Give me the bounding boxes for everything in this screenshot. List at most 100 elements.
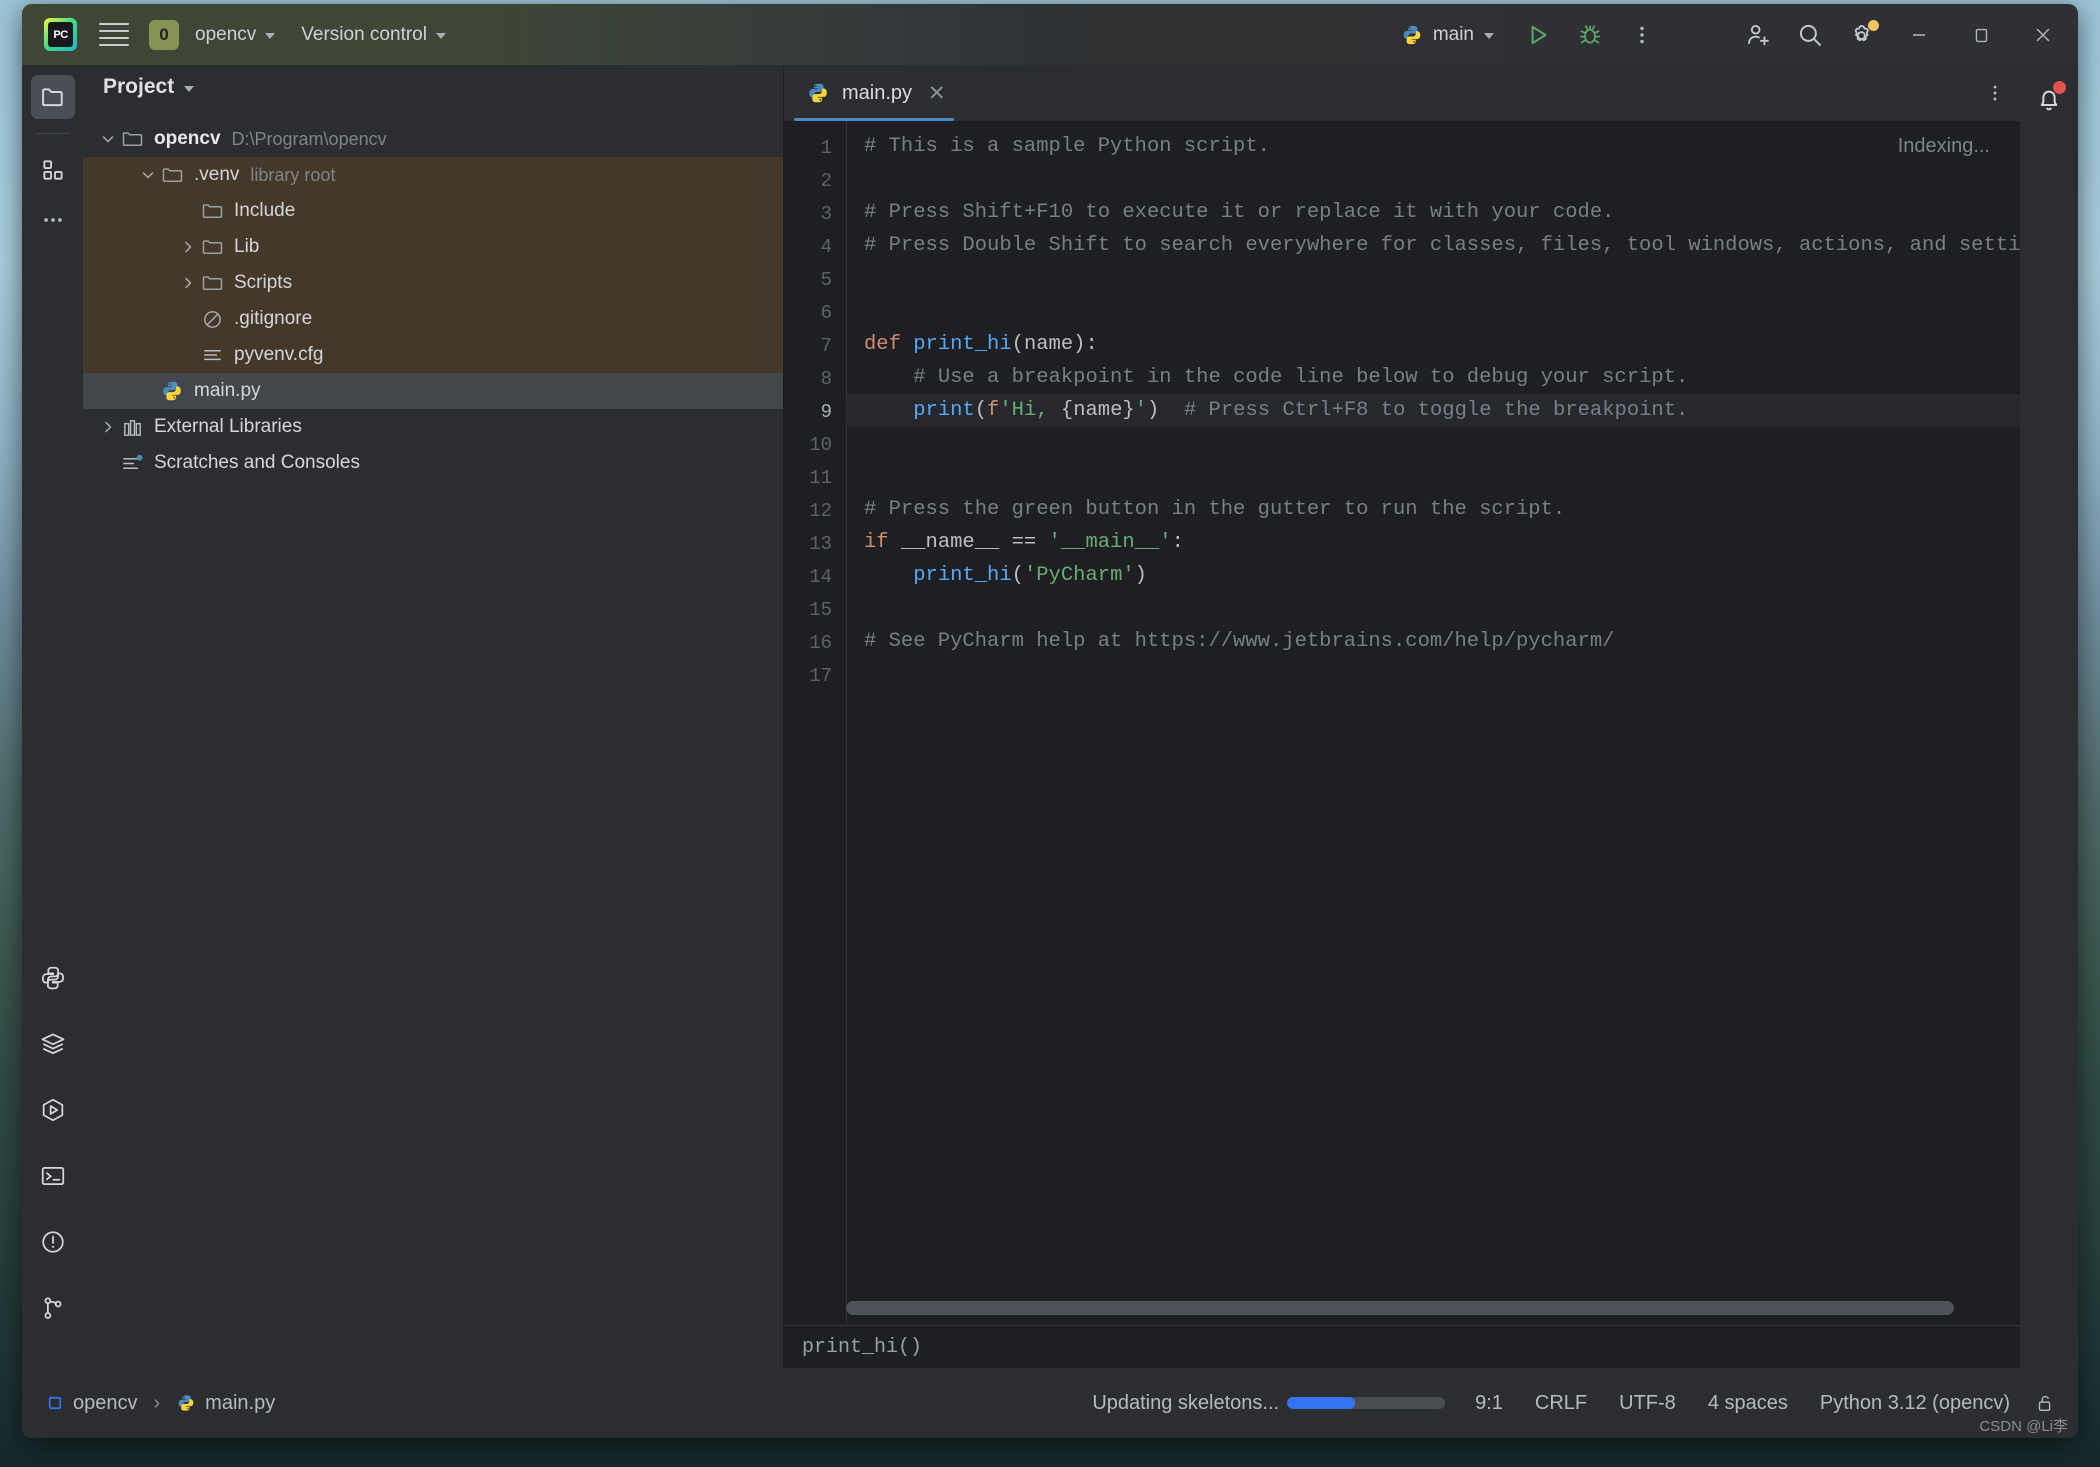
python-console-button[interactable] [31,956,75,1000]
editor-horizontal-scrollbar[interactable] [846,1301,2006,1315]
more-vertical-icon[interactable] [1616,13,1668,57]
code-line-8: # Use a breakpoint in the code line belo… [913,366,1689,389]
tree-item-gitignore[interactable]: .gitignore [83,301,783,337]
editor-gutter[interactable]: 1 2 3 4 5 6 7 8 9 10 11 12 13 14 15 16 17 [784,121,847,1325]
problems-tool-window-button[interactable] [31,1220,75,1264]
tree-arrow-expanded-icon[interactable] [137,167,159,183]
maximize-icon[interactable] [1950,4,2012,65]
notification-badge [2053,81,2066,94]
close-icon[interactable] [2012,4,2074,65]
line-number: 14 [809,566,832,588]
tree-item-label: pyvenv.cfg [234,344,324,365]
title-bar: PC 0 opencv Version control main [22,4,2078,65]
code-line-3: # Press Shift+F10 to execute it or repla… [864,201,1615,224]
line-number: 6 [820,302,832,324]
line-number: 3 [820,203,832,225]
run-icon[interactable] [1512,13,1564,57]
line-separator[interactable]: CRLF [1519,1386,1603,1421]
status-project-label: opencv [73,1391,138,1414]
tree-item-lib[interactable]: Lib [83,229,783,265]
hamburger-menu-icon[interactable] [99,20,129,50]
tree-item-external-libraries[interactable]: External Libraries [83,409,783,445]
tree-arrow-collapsed-icon[interactable] [97,419,119,435]
line-number: 13 [809,533,832,555]
status-project-chip[interactable]: opencv [40,1388,144,1419]
editor-tab-bar: main.py ✕ [784,65,2020,121]
tree-arrow-expanded-icon[interactable] [97,131,119,147]
status-bar-right: Updating skeletons... 9:1 CRLF UTF-8 4 s… [1092,1386,2060,1421]
tree-item-label: .gitignore [234,308,313,329]
editor-tab-main-py[interactable]: main.py ✕ [784,65,964,121]
progress-bar [1287,1397,1446,1409]
line-number: 1 [820,137,832,159]
tree-arrow-collapsed-icon[interactable] [177,239,199,255]
tree-item-scripts[interactable]: Scripts [83,265,783,301]
code-line-7: def print_hi(name): [864,333,1098,356]
status-breadcrumb: opencv › main.py [40,1388,281,1419]
breadcrumb[interactable]: print_hi() [802,1336,922,1359]
add-user-icon[interactable] [1732,13,1784,57]
search-icon[interactable] [1784,13,1836,57]
unlocked-icon[interactable] [2026,1386,2060,1420]
editor-breadcrumb-bar: print_hi() [784,1325,2020,1368]
line-number: 10 [809,434,832,456]
chevron-down-icon[interactable] [184,85,195,92]
python-interpreter[interactable]: Python 3.12 (opencv) [1804,1386,2026,1421]
structure-tool-window-button[interactable] [31,148,75,192]
line-number: 2 [820,170,832,192]
folder-icon [199,199,225,223]
line-number: 17 [809,665,832,687]
project-tool-window-button[interactable] [30,75,75,119]
tree-item-label: Scratches and Consoles [154,452,360,473]
version-control-dropdown[interactable]: Version control [291,18,456,52]
more-tool-windows-button[interactable] [31,198,75,242]
code-editor[interactable]: Indexing... 1 2 3 4 5 6 7 8 9 10 11 12 13 14 15 16 17 # … [784,121,2020,1325]
status-bar: opencv › main.py Updating skeletons... 9… [22,1368,2078,1438]
version-control-tool-window-button[interactable] [31,1286,75,1330]
code-line-9: print(f'Hi, {name}') # Press Ctrl+F8 to … [913,399,1689,422]
debug-icon[interactable] [1564,13,1616,57]
status-file-label: main.py [205,1391,276,1414]
right-tool-rail [2020,65,2078,1368]
close-icon[interactable]: ✕ [928,81,946,106]
tree-item-scratches-and-consoles[interactable]: Scratches and Consoles [83,445,783,481]
gear-icon[interactable] [1836,13,1888,57]
tree-arrow-collapsed-icon[interactable] [177,275,199,291]
tree-item-main-py[interactable]: main.py [83,373,783,409]
python-file-icon [178,1395,194,1411]
tree-item-label: Scripts [234,272,293,293]
terminal-tool-window-button[interactable] [31,1154,75,1198]
project-tool-window: Project opencv D:\Program\opencv .venv libr… [83,65,784,1368]
progress-label: Updating skeletons... [1092,1391,1280,1414]
project-name-dropdown[interactable]: opencv [185,18,285,52]
editor-tab-label: main.py [842,81,913,104]
status-file-chip[interactable]: main.py [170,1388,281,1419]
libraries-icon [119,416,145,439]
minimize-icon[interactable] [1888,4,1950,65]
python-file-icon [809,83,827,103]
tree-item-pyvenv-cfg[interactable]: pyvenv.cfg [83,337,783,373]
chevron-down-icon [435,33,446,39]
cursor-position[interactable]: 9:1 [1459,1386,1519,1421]
database-tool-window-button[interactable] [31,1022,75,1066]
tree-item-opencv[interactable]: opencv D:\Program\opencv [83,121,783,157]
scrollbar-thumb[interactable] [846,1301,1954,1315]
tree-item-venv[interactable]: .venv library root [83,157,783,193]
indent-setting[interactable]: 4 spaces [1692,1386,1804,1421]
file-encoding[interactable]: UTF-8 [1603,1386,1692,1421]
run-configuration-selector[interactable]: main [1391,19,1504,51]
tree-item-include[interactable]: Include [83,193,783,229]
python-icon [1403,25,1421,44]
notifications-button[interactable] [2027,77,2071,121]
folder-icon [119,127,145,151]
project-badge[interactable]: 0 [149,19,179,50]
line-number: 11 [809,467,832,489]
gear-badge [1868,19,1879,31]
run-config-label: main [1432,23,1474,45]
folder-icon [159,163,185,187]
project-name-label: opencv [195,23,257,45]
run-tool-window-button[interactable] [31,1088,75,1132]
pycharm-logo-text: PC [53,28,68,41]
pycharm-logo-icon: PC [44,18,77,51]
editor-options-button[interactable] [1970,68,2020,118]
